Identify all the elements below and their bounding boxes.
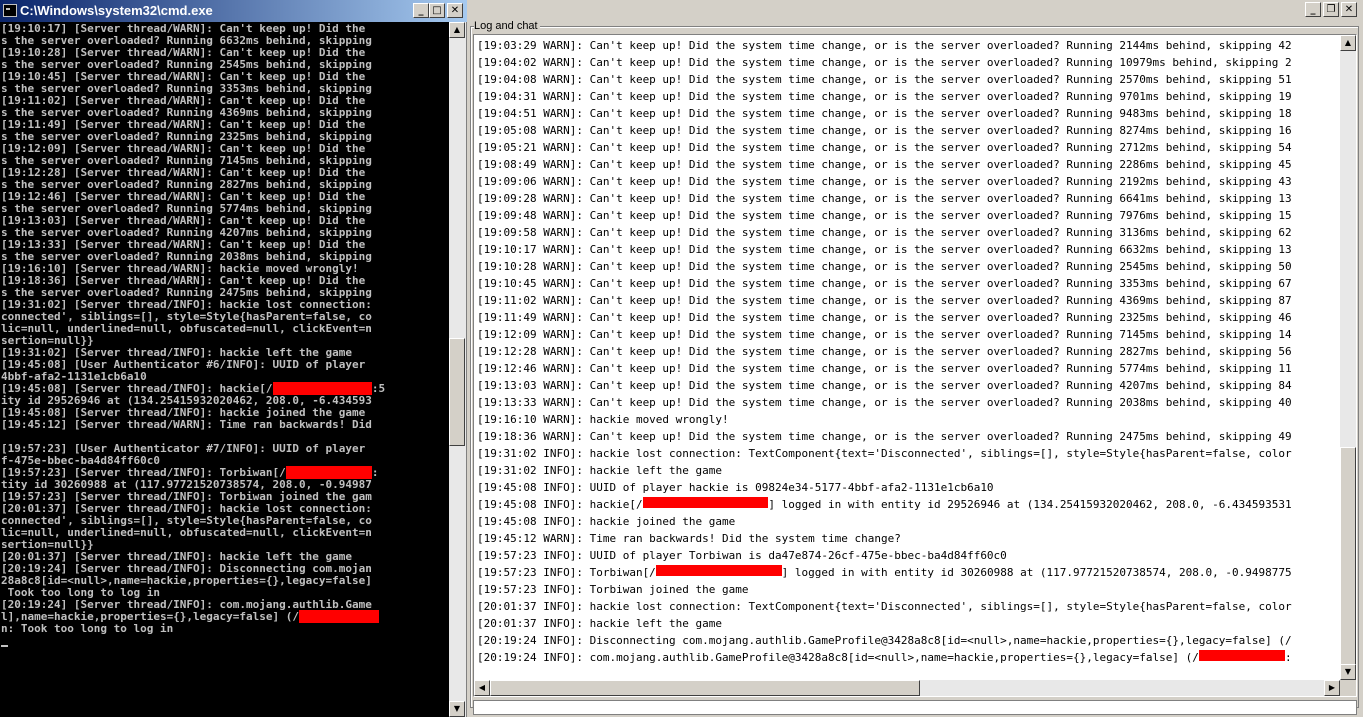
scroll-corner	[1340, 680, 1356, 696]
log-line: [19:10:17 WARN]: Can't keep up! Did the …	[477, 243, 1292, 256]
redaction-bar	[299, 610, 379, 623]
cmd-console-output[interactable]: [19:10:17] [Server thread/WARN]: Can't k…	[0, 22, 449, 717]
gui-minimize-button[interactable]: _	[1305, 2, 1321, 17]
console-cursor	[1, 645, 8, 647]
log-line: [19:45:12 WARN]: Time ran backwards! Did…	[477, 532, 901, 545]
log-line: [19:05:08 WARN]: Can't keep up! Did the …	[477, 124, 1292, 137]
log-line: [20:19:24 INFO]: Disconnecting com.mojan…	[477, 634, 1292, 647]
log-line: [19:04:51 WARN]: Can't keep up! Did the …	[477, 107, 1292, 120]
log-line: [19:10:45 WARN]: Can't keep up! Did the …	[477, 277, 1292, 290]
log-line: [19:05:21 WARN]: Can't keep up! Did the …	[477, 141, 1292, 154]
log-line: [19:45:08 INFO]: UUID of player hackie i…	[477, 481, 994, 494]
cmd-console-text: [19:10:17] [Server thread/WARN]: Can't k…	[0, 22, 449, 647]
scroll-down-arrow-icon[interactable]: ▼	[449, 701, 465, 717]
log-line: [19:12:28 WARN]: Can't keep up! Did the …	[477, 345, 1292, 358]
log-line: [20:01:37 INFO]: hackie lost connection:…	[477, 600, 1292, 613]
log-line: [19:12:09 WARN]: Can't keep up! Did the …	[477, 328, 1292, 341]
log-line: [19:57:23 INFO]: Torbiwan joined the gam…	[477, 583, 749, 596]
log-vertical-scrollbar[interactable]: ▲ ▼	[1340, 35, 1356, 680]
log-line: [19:45:08 INFO]: hackie joined the game	[477, 515, 736, 528]
cmd-window: C:\Windows\system32\cmd.exe _ □ ✕ [19:10…	[0, 0, 467, 717]
log-line: [19:16:10 WARN]: hackie moved wrongly!	[477, 413, 729, 426]
log-line: [19:11:49 WARN]: Can't keep up! Did the …	[477, 311, 1292, 324]
redaction-bar	[655, 565, 782, 576]
cmd-window-icon[interactable]	[3, 4, 17, 17]
log-line: [19:31:02 INFO]: hackie left the game	[477, 464, 723, 477]
log-line: [19:03:29 WARN]: Can't keep up! Did the …	[477, 39, 1292, 52]
log-line: [19:04:31 WARN]: Can't keep up! Did the …	[477, 90, 1292, 103]
scroll-down-arrow-icon[interactable]: ▼	[1340, 664, 1356, 680]
log-line: [19:09:28 WARN]: Can't keep up! Did the …	[477, 192, 1292, 205]
chat-input-field[interactable]	[473, 700, 1357, 715]
log-line: [19:31:02 INFO]: hackie lost connection:…	[477, 447, 1292, 460]
cmd-console-line: [19:45:12] [Server thread/WARN]: Time ra…	[1, 418, 372, 431]
log-line: [19:13:33 WARN]: Can't keep up! Did the …	[477, 396, 1292, 409]
log-line: [19:12:46 WARN]: Can't keep up! Did the …	[477, 362, 1292, 375]
cmd-console-line: n: Took too long to log in	[1, 622, 174, 635]
cmd-window-title: C:\Windows\system32\cmd.exe	[20, 3, 213, 18]
scroll-right-arrow-icon[interactable]: ▶	[1324, 680, 1340, 696]
log-line: [19:04:02 WARN]: Can't keep up! Did the …	[477, 56, 1292, 69]
gui-close-button[interactable]: ✕	[1341, 2, 1357, 17]
scroll-up-arrow-icon[interactable]: ▲	[449, 22, 465, 38]
log-text: [19:03:29 WARN]: Can't keep up! Did the …	[477, 37, 1292, 666]
log-line: [20:01:37 INFO]: hackie left the game	[477, 617, 723, 630]
cmd-title-bar[interactable]: C:\Windows\system32\cmd.exe _ □ ✕	[0, 0, 467, 22]
cmd-maximize-button[interactable]: □	[429, 3, 445, 18]
log-horizontal-scrollbar[interactable]: ◀ ▶	[474, 680, 1340, 696]
log-horizontal-scroll-thumb[interactable]	[490, 680, 920, 696]
log-text-area[interactable]: [19:03:29 WARN]: Can't keep up! Did the …	[473, 34, 1357, 697]
cmd-close-button[interactable]: ✕	[447, 3, 463, 18]
redaction-bar	[642, 497, 769, 508]
log-line: [19:09:48 WARN]: Can't keep up! Did the …	[477, 209, 1292, 222]
scroll-left-arrow-icon[interactable]: ◀	[474, 680, 490, 696]
scroll-up-arrow-icon[interactable]: ▲	[1340, 35, 1356, 51]
log-line: [19:45:08 INFO]: hackie[/ ] logged in wi…	[477, 497, 1292, 511]
log-line: [19:08:49 WARN]: Can't keep up! Did the …	[477, 158, 1292, 171]
log-line: [19:10:28 WARN]: Can't keep up! Did the …	[477, 260, 1292, 273]
log-line: [19:04:08 WARN]: Can't keep up! Did the …	[477, 73, 1292, 86]
redaction-bar	[1198, 650, 1285, 661]
log-line: [19:13:03 WARN]: Can't keep up! Did the …	[477, 379, 1292, 392]
log-line: [19:09:06 WARN]: Can't keep up! Did the …	[477, 175, 1292, 188]
log-line: [19:18:36 WARN]: Can't keep up! Did the …	[477, 430, 1292, 443]
log-line: [19:09:58 WARN]: Can't keep up! Did the …	[477, 226, 1292, 239]
log-and-chat-label: Log and chat	[474, 20, 540, 32]
cmd-scroll-thumb[interactable]	[449, 338, 465, 446]
cmd-minimize-button[interactable]: _	[413, 3, 429, 18]
log-line: [20:19:24 INFO]: com.mojang.authlib.Game…	[477, 650, 1292, 664]
gui-maximize-button[interactable]: ❐	[1323, 2, 1339, 17]
log-line: [19:57:23 INFO]: Torbiwan[/ ] logged in …	[477, 565, 1292, 579]
log-line: [19:11:02 WARN]: Can't keep up! Did the …	[477, 294, 1292, 307]
log-line: [19:57:23 INFO]: UUID of player Torbiwan…	[477, 549, 1007, 562]
log-vertical-scroll-thumb[interactable]	[1340, 447, 1356, 665]
cmd-vertical-scrollbar[interactable]: ▲ ▼	[449, 22, 466, 717]
server-gui-window: _ ❐ ✕ Log and chat [19:03:29 WARN]: Can'…	[467, 0, 1363, 717]
